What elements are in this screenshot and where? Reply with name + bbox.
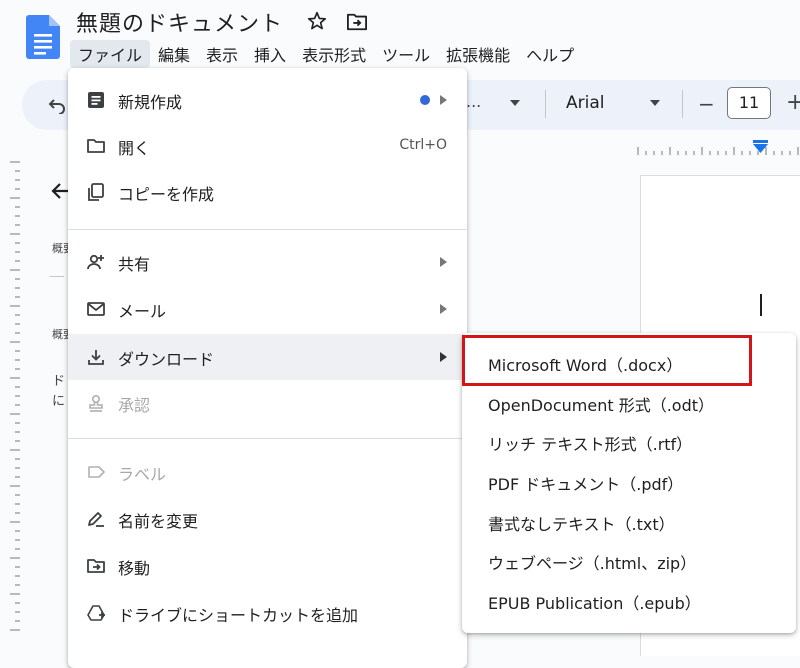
increase-font-size-button[interactable]: + xyxy=(786,90,800,115)
download-rtf[interactable]: リッチ テキスト形式（.rtf） xyxy=(462,421,796,461)
submenu-arrow-icon xyxy=(440,304,447,314)
download-icon xyxy=(88,350,104,365)
decrease-font-size-button[interactable]: − xyxy=(698,92,715,116)
outline-text: ド xyxy=(52,374,66,389)
caret-down-icon[interactable] xyxy=(650,100,660,106)
submenu-arrow-icon xyxy=(440,95,447,105)
menu-view[interactable]: 表示 xyxy=(198,40,246,68)
file-menu: 新規作成 開く Ctrl+O コピーを作成 共有 メール ダウンロード 承認 ラ… xyxy=(68,68,467,668)
drive-shortcut-icon xyxy=(87,605,105,621)
text-cursor xyxy=(760,294,762,316)
menu-item-rename[interactable]: 名前を変更 xyxy=(68,496,467,542)
download-odt[interactable]: OpenDocument 形式（.odt） xyxy=(462,382,796,422)
highlight-annotation-box xyxy=(462,335,752,386)
person-add-icon xyxy=(87,254,104,270)
menu-item-share[interactable]: 共有 xyxy=(68,239,467,285)
menu-item-email[interactable]: メール xyxy=(68,286,467,332)
menu-item-make-copy[interactable]: コピーを作成 xyxy=(68,169,467,215)
shortcut-text: Ctrl+O xyxy=(399,137,447,153)
toolbar-divider xyxy=(682,90,683,118)
menu-item-approvals[interactable]: 承認 xyxy=(68,380,467,426)
submenu-arrow-icon xyxy=(440,352,447,362)
toolbar-divider xyxy=(545,90,546,118)
menu-tools[interactable]: ツール xyxy=(374,40,438,68)
copy-icon xyxy=(88,183,104,201)
font-family-select[interactable]: Arial xyxy=(566,93,604,113)
menu-bar: ファイル 編集 表示 挿入 表示形式 ツール 拡張機能 ヘルプ xyxy=(70,40,582,68)
menu-edit[interactable]: 編集 xyxy=(150,40,198,68)
outline-divider xyxy=(50,276,64,277)
new-document-icon xyxy=(88,92,104,108)
outline-text: に xyxy=(52,394,66,409)
menu-separator xyxy=(68,438,467,439)
new-indicator-dot xyxy=(420,95,430,105)
vertical-ruler xyxy=(10,161,20,631)
menu-extensions[interactable]: 拡張機能 xyxy=(438,40,518,68)
google-docs-icon[interactable] xyxy=(26,15,60,59)
menu-item-move[interactable]: 移動 xyxy=(68,543,467,589)
menu-item-open[interactable]: 開く Ctrl+O xyxy=(68,123,467,169)
menu-item-download[interactable]: ダウンロード xyxy=(68,334,467,380)
paragraph-style-select[interactable]: ... xyxy=(466,92,481,111)
undo-icon[interactable] xyxy=(48,96,66,114)
label-icon xyxy=(88,466,105,478)
caret-down-icon[interactable] xyxy=(510,100,520,106)
menu-item-labels[interactable]: ラベル xyxy=(68,449,467,495)
move-to-folder-icon xyxy=(87,559,105,573)
menu-format[interactable]: 表示形式 xyxy=(294,40,374,68)
document-title[interactable]: 無題のドキュメント xyxy=(76,6,283,38)
download-epub[interactable]: EPUB Publication（.epub） xyxy=(462,580,796,620)
move-to-folder-icon[interactable] xyxy=(346,12,368,32)
menu-file[interactable]: ファイル xyxy=(70,40,151,68)
stamp-icon xyxy=(89,394,103,412)
download-pdf[interactable]: PDF ドキュメント（.pdf） xyxy=(462,461,796,501)
star-icon[interactable] xyxy=(306,10,328,32)
menu-help[interactable]: ヘルプ xyxy=(518,40,582,68)
rename-icon xyxy=(88,512,104,527)
download-txt[interactable]: 書式なしテキスト（.txt） xyxy=(462,501,796,541)
menu-item-new[interactable]: 新規作成 xyxy=(68,77,467,123)
font-size-input[interactable]: 11 xyxy=(727,87,771,119)
download-html[interactable]: ウェブページ（.html、zip） xyxy=(462,540,796,580)
submenu-arrow-icon xyxy=(440,257,447,267)
menu-insert[interactable]: 挿入 xyxy=(246,40,294,68)
folder-icon xyxy=(87,139,105,153)
menu-separator xyxy=(68,229,467,230)
mail-icon xyxy=(87,302,105,316)
menu-item-add-shortcut[interactable]: ドライブにショートカットを追加 xyxy=(68,590,467,636)
